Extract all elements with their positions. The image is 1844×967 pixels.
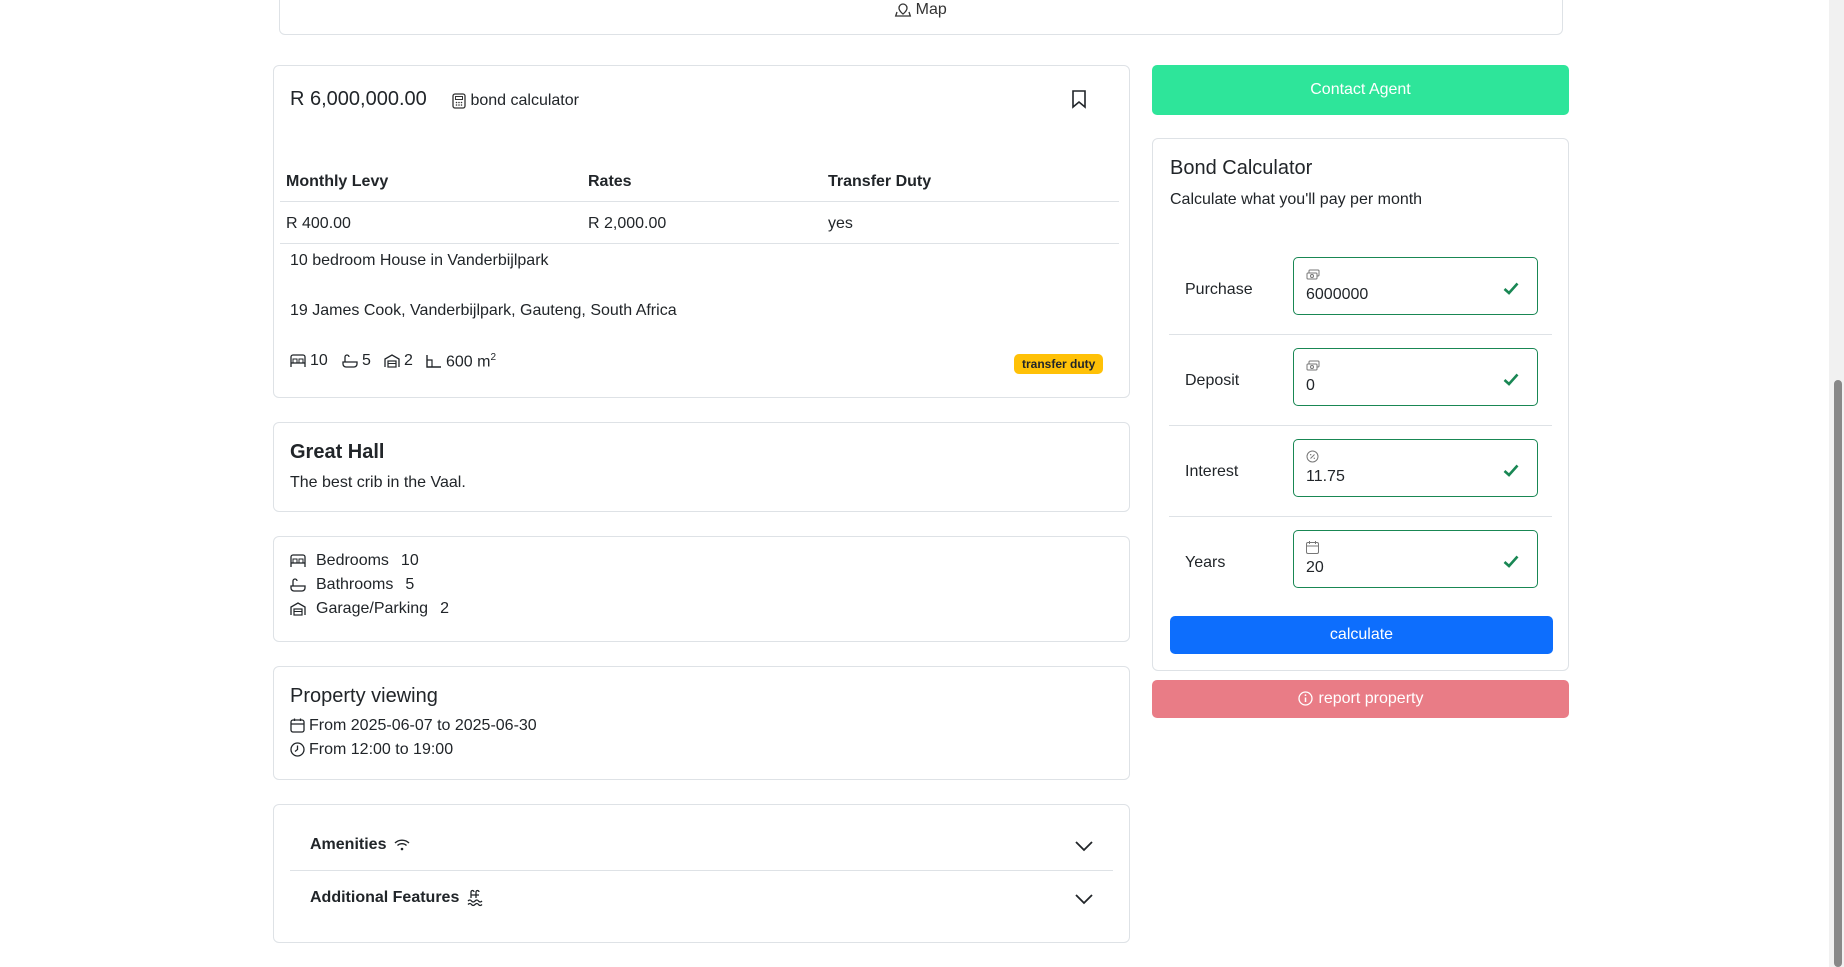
description-card: Great Hall The best crib in the Vaal. [273, 422, 1130, 512]
additional-features-accordion-header[interactable]: Additional Features [290, 872, 1113, 924]
deposit-input[interactable] [1306, 377, 1506, 395]
room-value: 10 [400, 552, 419, 569]
room-label: Bedrooms [316, 552, 389, 569]
years-field[interactable] [1293, 530, 1538, 588]
viewing-card: Property viewing From 2025-06-07 to 2025… [273, 666, 1130, 780]
deposit-row: Deposit [1169, 335, 1552, 426]
table-row: R 400.00 R 2,000.00 yes [280, 202, 1119, 244]
feature-bathrooms: 5 [342, 352, 371, 370]
report-property-button[interactable]: report property [1152, 680, 1569, 718]
interest-row: Interest [1169, 426, 1552, 517]
feature-bedrooms: 10 [290, 352, 328, 370]
check-icon [1503, 371, 1519, 389]
calendar-icon [290, 717, 305, 735]
bond-calculator-card: Bond Calculator Calculate what you'll pa… [1152, 138, 1569, 671]
list-item: Bedrooms 10 [290, 552, 419, 570]
room-label: Garage/Parking [316, 600, 429, 617]
cash-icon [1306, 266, 1320, 284]
column-header: Rates [588, 173, 632, 190]
column-header: Transfer Duty [828, 173, 932, 190]
rates-value: R 2,000.00 [588, 215, 667, 232]
bond-calculator-link[interactable]: bond calculator [452, 92, 579, 110]
listing-title: 10 bedroom House in Vanderbijlpark [290, 252, 549, 269]
interest-field[interactable] [1293, 439, 1538, 497]
years-input[interactable] [1306, 559, 1506, 577]
cost-table-header: Monthly Levy Rates Transfer Duty [280, 160, 1119, 202]
field-label: Interest [1185, 463, 1239, 480]
rooms-card: Bedrooms 10 Bathrooms 5 Garage/Parking 2 [273, 536, 1130, 642]
clock-icon [290, 741, 305, 759]
field-label: Deposit [1185, 372, 1240, 389]
transfer-duty-value: yes [828, 215, 853, 232]
list-item: Bathrooms 5 [290, 576, 414, 594]
description-title: Great Hall [290, 441, 385, 463]
years-row: Years [1169, 517, 1552, 608]
calculator-title: Bond Calculator [1170, 157, 1313, 179]
room-value: 2 [440, 600, 449, 617]
amenities-accordion-header[interactable]: Amenities [290, 819, 1113, 871]
scrollbar-thumb[interactable] [1834, 380, 1842, 967]
field-label: Purchase [1185, 281, 1253, 298]
listing-address: 19 James Cook, Vanderbijlpark, Gauteng, … [290, 302, 677, 319]
info-icon [1297, 690, 1313, 708]
calculate-button[interactable]: calculate [1170, 616, 1553, 654]
chevron-down-icon[interactable] [1075, 837, 1093, 855]
floor-area-icon [426, 353, 442, 371]
purchase-input[interactable] [1306, 286, 1506, 304]
purchase-row: Purchase [1169, 244, 1552, 335]
check-icon [1503, 553, 1519, 571]
column-header: Monthly Levy [286, 173, 389, 190]
transfer-duty-badge: transfer duty [1014, 354, 1104, 374]
calculator-icon [452, 92, 470, 109]
listing-summary-card: R 6,000,000.00 bond calculator Monthly L… [273, 65, 1130, 398]
map-icon [895, 1, 915, 18]
garage-icon [384, 352, 400, 370]
room-value: 5 [405, 576, 415, 593]
field-label: Years [1185, 554, 1226, 571]
description-text: The best crib in the Vaal. [290, 474, 466, 491]
viewing-times: From 12:00 to 19:00 [290, 741, 453, 759]
list-item: Garage/Parking 2 [290, 600, 449, 618]
check-icon [1503, 462, 1519, 480]
bed-icon [290, 352, 306, 370]
features-accordion: Amenities Additional Features [273, 804, 1130, 943]
contact-agent-button[interactable]: Contact Agent [1152, 65, 1569, 115]
size-unit-superscript: 2 [490, 352, 497, 363]
monthly-levy-value: R 400.00 [286, 215, 351, 232]
viewing-title: Property viewing [290, 685, 438, 707]
feature-size: 600 m2 [426, 352, 496, 371]
listing-price: R 6,000,000.00 [290, 88, 427, 110]
deposit-field[interactable] [1293, 348, 1538, 406]
room-label: Bathrooms [316, 576, 394, 593]
bath-icon [290, 576, 306, 594]
map-toggle[interactable]: Map [279, 0, 1563, 35]
pool-icon [467, 889, 483, 907]
check-icon [1503, 280, 1519, 298]
cash-icon [1306, 357, 1320, 375]
wifi-icon [394, 836, 410, 854]
viewing-dates: From 2025-06-07 to 2025-06-30 [290, 717, 537, 735]
calendar-icon [1306, 539, 1319, 557]
size-value: 600 m [446, 353, 491, 371]
interest-input[interactable] [1306, 468, 1506, 486]
bath-icon [342, 352, 358, 370]
garage-icon [290, 600, 306, 618]
purchase-field[interactable] [1293, 257, 1538, 315]
feature-garages: 2 [384, 352, 413, 370]
bed-icon [290, 552, 306, 570]
map-label: Map [280, 1, 1562, 19]
bookmark-icon[interactable] [1071, 90, 1087, 109]
percent-icon [1306, 448, 1319, 466]
chevron-down-icon[interactable] [1075, 890, 1093, 908]
calculator-subtitle: Calculate what you'll pay per month [1170, 191, 1423, 208]
